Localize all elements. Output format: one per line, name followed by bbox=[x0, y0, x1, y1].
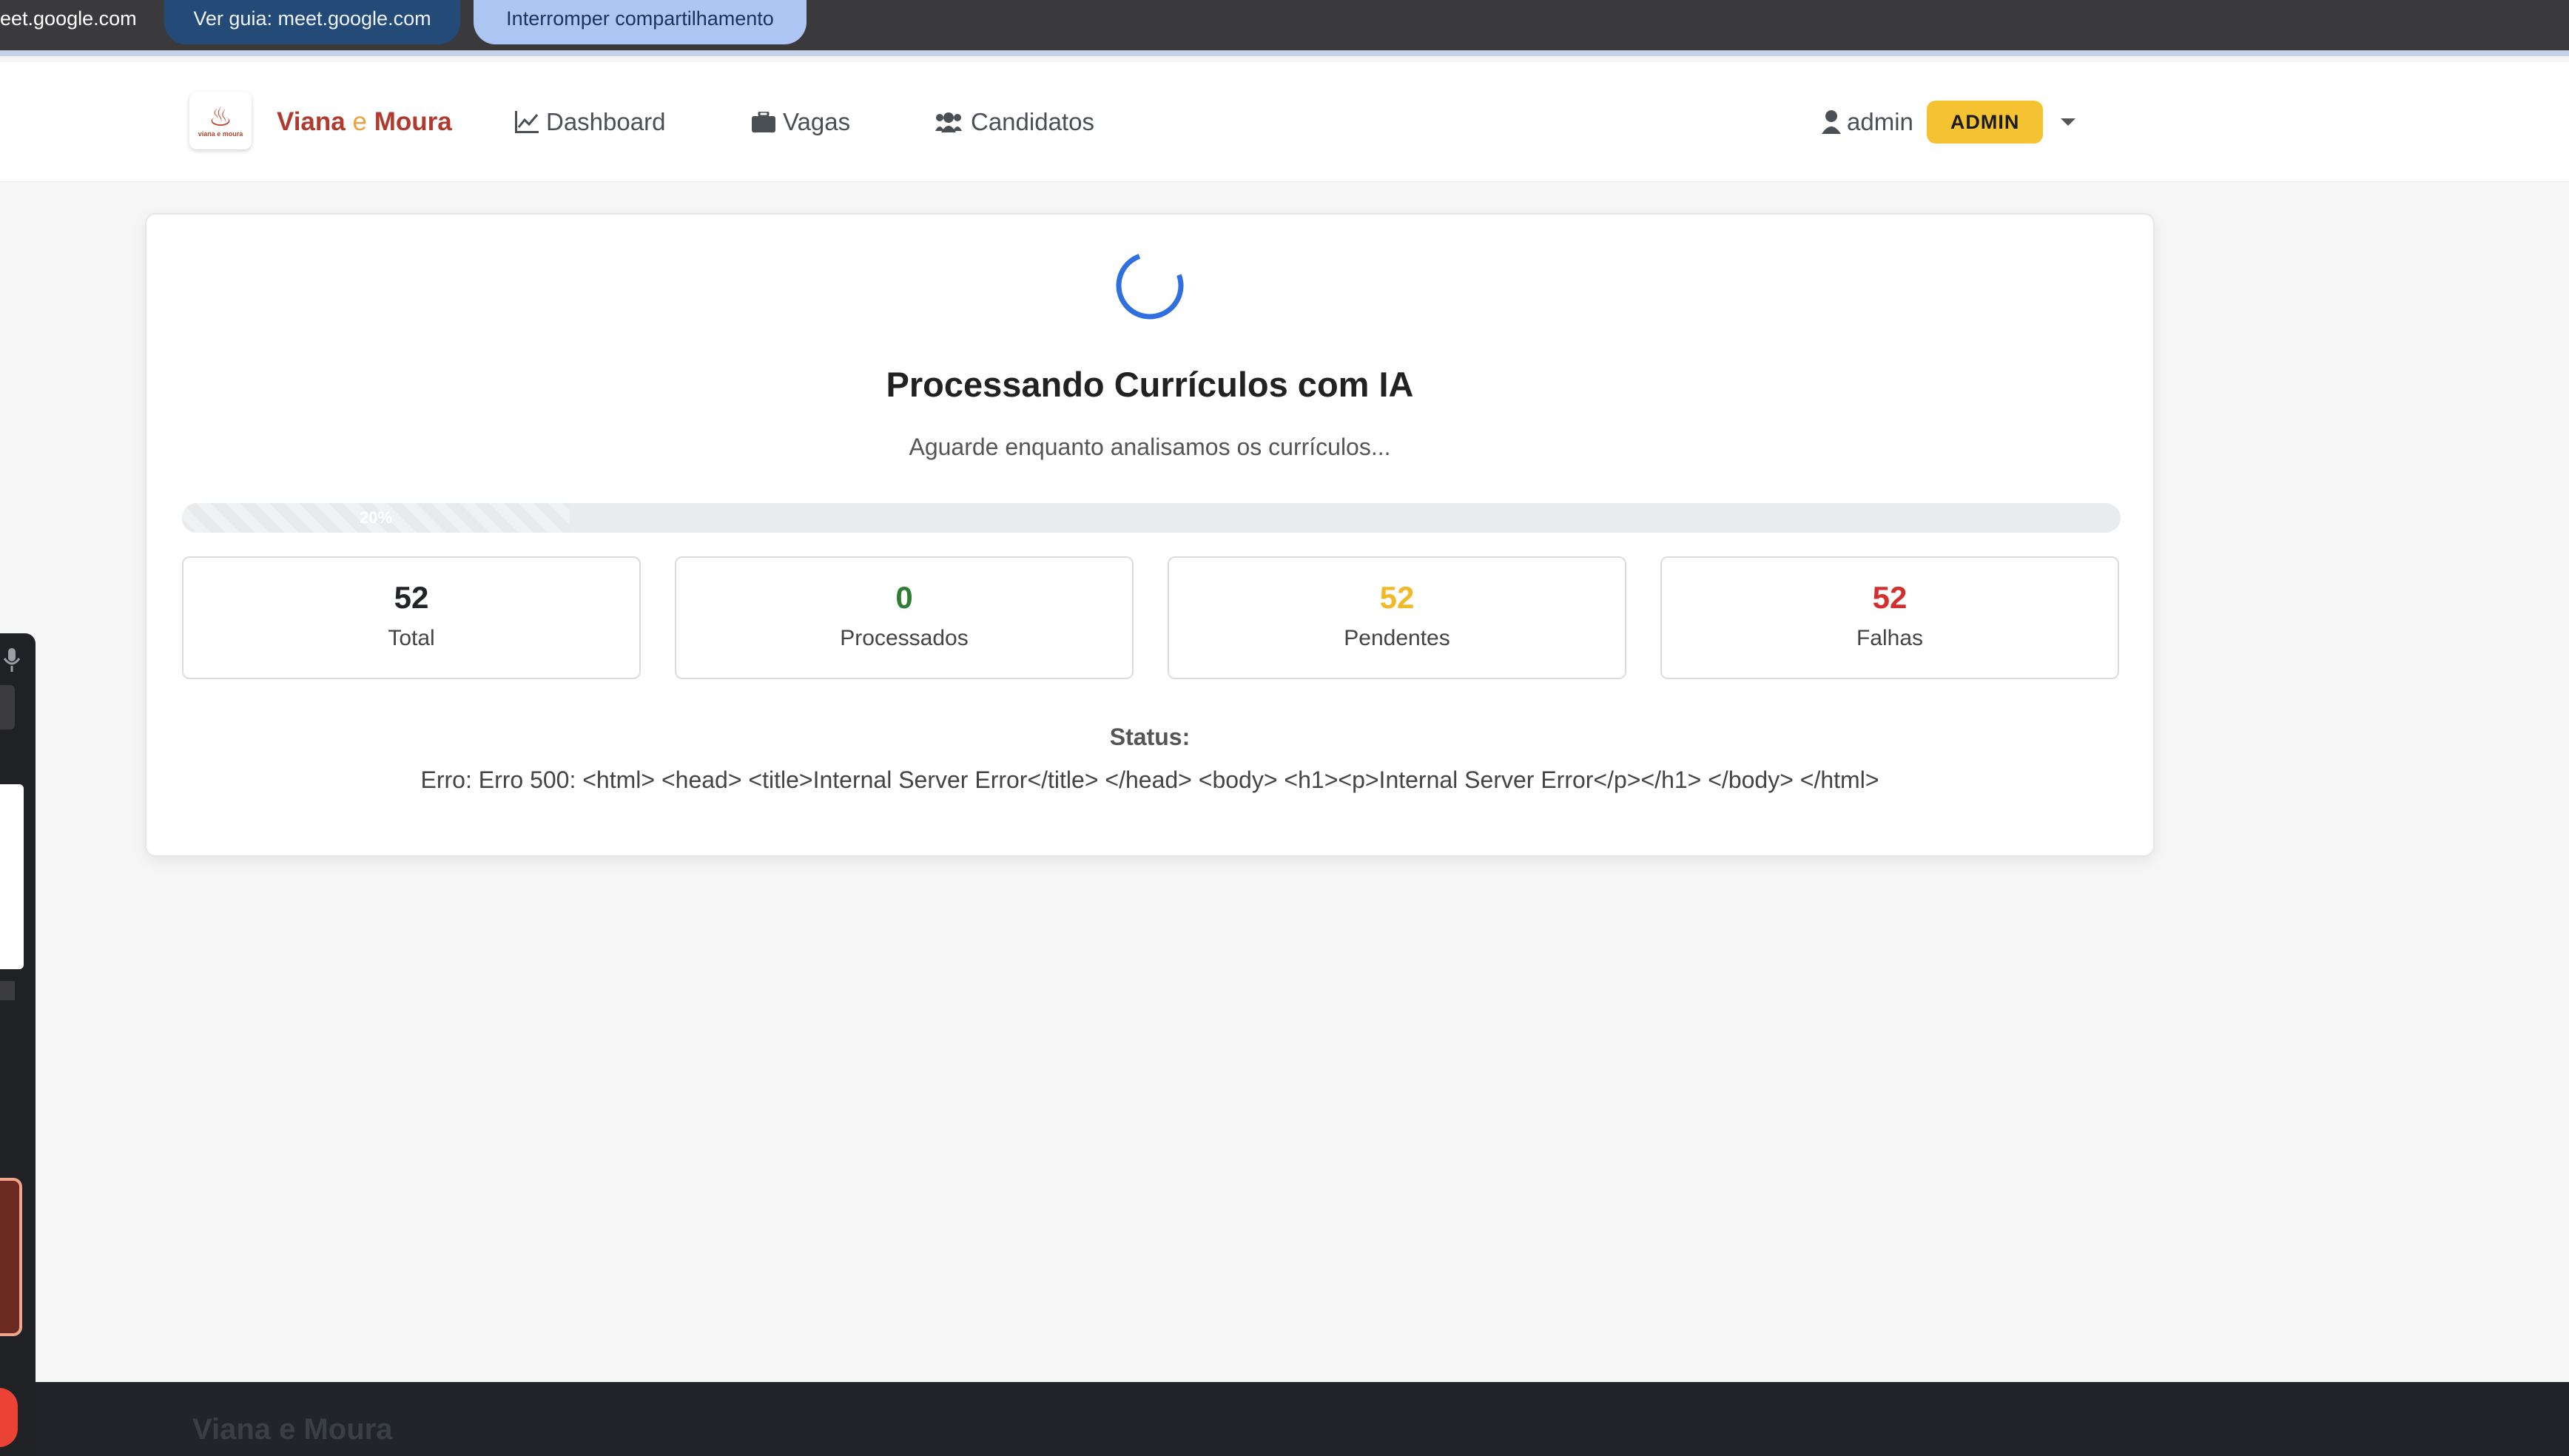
brand-name[interactable]: Viana e Moura bbox=[277, 102, 452, 142]
view-tab-button[interactable]: Ver guia: meet.google.com bbox=[164, 0, 460, 44]
stat-label: Pendentes bbox=[1344, 626, 1450, 650]
stat-value: 0 bbox=[895, 580, 913, 615]
user-menu[interactable]: admin ADMIN bbox=[1822, 101, 2076, 144]
panel-tab[interactable] bbox=[0, 685, 15, 729]
user-icon bbox=[1822, 110, 1841, 134]
logo-mark-icon: ♨ bbox=[208, 101, 233, 132]
brand-part-3: Moura bbox=[374, 107, 452, 136]
role-badge: ADMIN bbox=[1926, 101, 2044, 144]
stat-card-failures: 52 Falhas bbox=[1660, 556, 2119, 679]
footer-brand: Viana e Moura bbox=[192, 1413, 393, 1446]
page-subtitle: Aguarde enquanto analisamos os currículo… bbox=[909, 434, 1391, 460]
users-icon bbox=[935, 112, 962, 132]
loading-spinner-icon bbox=[1116, 252, 1184, 320]
status-label: Status: bbox=[1109, 724, 1191, 750]
navbar: ♨ viana e moura Viana e Moura Dashboard … bbox=[0, 62, 2569, 182]
chart-line-icon bbox=[515, 111, 539, 133]
nav-item-label: Candidatos bbox=[971, 108, 1094, 135]
brand-part-2: e bbox=[352, 107, 367, 136]
participant-tile[interactable] bbox=[0, 784, 24, 969]
nav-item-candidatos[interactable]: Candidatos bbox=[934, 102, 1094, 142]
sharing-domain-text: eet.google.com bbox=[0, 7, 137, 30]
brand-part-1: Viana bbox=[277, 107, 346, 136]
user-name: admin bbox=[1847, 108, 1913, 135]
page-title: Processando Currículos com IA bbox=[886, 365, 1414, 404]
stat-value: 52 bbox=[394, 580, 429, 615]
briefcase-icon bbox=[752, 112, 775, 132]
logo[interactable]: ♨ viana e moura bbox=[189, 92, 252, 149]
status-message: Erro: Erro 500: <html> <head> <title>Int… bbox=[420, 766, 1879, 793]
nav-item-label: Vagas bbox=[783, 108, 851, 135]
nav-item-label: Dashboard bbox=[546, 108, 666, 135]
logo-text: viana e moura bbox=[198, 130, 243, 138]
stat-label: Processados bbox=[840, 626, 969, 650]
stat-label: Falhas bbox=[1856, 626, 1924, 650]
footer: Viana e Moura bbox=[36, 1382, 2569, 1456]
stat-value: 52 bbox=[1872, 580, 1908, 615]
screen-share-bar: eet.google.com Ver guia: meet.google.com… bbox=[0, 0, 2569, 56]
nav-item-vagas[interactable]: Vagas bbox=[752, 102, 850, 142]
self-video-tile[interactable] bbox=[0, 1178, 22, 1336]
microphone-icon[interactable] bbox=[1, 647, 22, 673]
stat-card-total: 52 Total bbox=[182, 556, 641, 679]
stat-card-pending: 52 Pendentes bbox=[1168, 556, 1626, 679]
chevron-down-icon[interactable] bbox=[2061, 118, 2076, 126]
stat-card-processed: 0 Processados bbox=[675, 556, 1134, 679]
meet-floating-panel[interactable] bbox=[0, 633, 36, 1456]
stop-sharing-button[interactable]: Interromper compartilhamento bbox=[474, 0, 807, 44]
panel-divider bbox=[0, 981, 15, 1000]
end-call-button[interactable] bbox=[0, 1388, 18, 1447]
progress-fill: 20% bbox=[182, 503, 570, 533]
processing-card: Processando Currículos com IA Aguarde en… bbox=[145, 213, 2155, 857]
progress-bar: 20% bbox=[182, 503, 2121, 533]
stat-label: Total bbox=[388, 626, 435, 650]
stat-value: 52 bbox=[1379, 580, 1415, 615]
nav-item-dashboard[interactable]: Dashboard bbox=[515, 102, 665, 142]
